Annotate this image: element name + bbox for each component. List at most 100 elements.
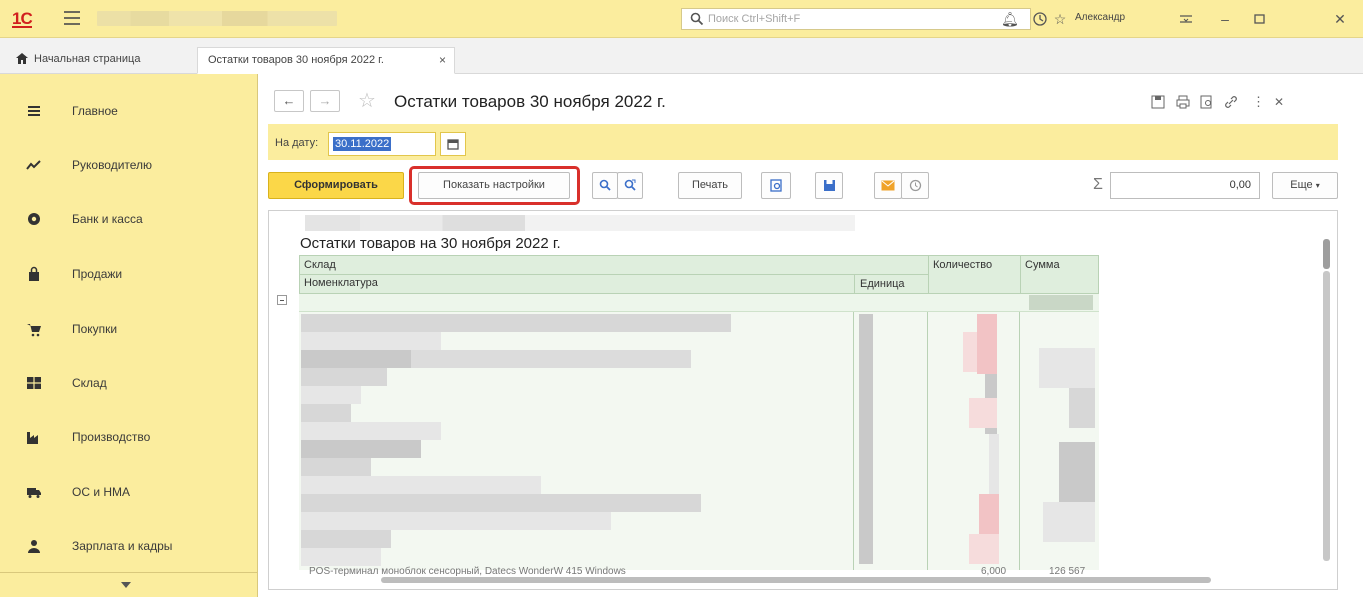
sidebar-item-manager[interactable]: Руководителю — [0, 145, 258, 185]
sum-field[interactable]: 0,00 — [1110, 172, 1260, 199]
page-title: Остатки товаров 30 ноября 2022 г. — [394, 92, 666, 111]
more-button[interactable]: Еще ▾ — [1272, 172, 1338, 199]
date-value[interactable]: 30.11.2022 — [333, 137, 392, 151]
sidebar-item-warehouse[interactable]: Склад — [0, 363, 258, 403]
favorites-star-icon[interactable]: ☆ — [1052, 11, 1068, 27]
col-sum: Сумма — [1025, 259, 1060, 271]
envelope-icon — [881, 180, 895, 191]
bag-icon — [29, 266, 39, 281]
tab-bar: Начальная страница Остатки товаров 30 но… — [0, 38, 1363, 74]
bell-icon[interactable]: 🔔︎ — [1001, 11, 1019, 27]
report-header: Склад Номенклатура Единица Количество Су… — [299, 255, 1099, 295]
search-next-icon — [624, 179, 636, 191]
home-icon — [16, 53, 28, 64]
group-row — [299, 294, 1099, 312]
col-warehouse: Склад — [304, 259, 336, 271]
settings-lines-icon[interactable] — [1178, 11, 1194, 27]
horizontal-scrollbar[interactable] — [281, 575, 1321, 585]
search-icon — [599, 179, 611, 191]
chevron-down-icon: ▾ — [1315, 181, 1320, 190]
preview-button[interactable] — [761, 172, 791, 199]
truck-icon — [27, 488, 41, 498]
tab-stock-report-label: Остатки товаров 30 ноября 2022 г. — [208, 54, 384, 66]
app-logo[interactable]: 1С — [12, 9, 33, 29]
favorite-star-icon[interactable]: ☆ — [358, 88, 376, 113]
vertical-scrollbar[interactable] — [1323, 231, 1331, 561]
sidebar-item-main[interactable]: Главное — [0, 91, 258, 131]
trend-icon — [26, 160, 41, 170]
command-bar: Сформировать Показать настройки Печать Σ… — [268, 166, 1343, 205]
blurred-org-name — [305, 215, 855, 231]
coin-icon — [28, 213, 40, 225]
maximize-icon[interactable] — [1252, 11, 1268, 27]
search-input[interactable]: Поиск Ctrl+Shift+F — [681, 8, 1031, 30]
more-button-label: Еще — [1290, 179, 1313, 191]
report-spreadsheet[interactable]: Остатки товаров на 30 ноября 2022 г. Скл… — [268, 210, 1338, 590]
sidebar-scroll-down[interactable] — [0, 572, 258, 597]
main-menu-icon[interactable] — [64, 11, 80, 25]
minimize-icon[interactable]: – — [1217, 11, 1233, 27]
sidebar-item-label: Склад — [72, 376, 107, 390]
sidebar-item-label: Банк и касса — [72, 212, 143, 226]
sidebar-item-purchases[interactable]: Покупки — [0, 309, 258, 349]
sidebar-item-bank[interactable]: Банк и касса — [0, 199, 258, 239]
date-field[interactable]: 30.11.2022 — [328, 132, 436, 156]
tab-home[interactable]: Начальная страница — [6, 47, 150, 74]
horizontal-scroll-thumb[interactable] — [381, 577, 1211, 583]
preview-icon — [769, 179, 782, 192]
generate-button[interactable]: Сформировать — [268, 172, 404, 199]
link-icon[interactable] — [1224, 95, 1238, 109]
find-next-button[interactable] — [617, 172, 643, 199]
tab-close-icon[interactable]: × — [439, 53, 446, 67]
chevron-down-icon — [121, 582, 131, 588]
save-button[interactable] — [815, 172, 843, 199]
tab-stock-report[interactable]: Остатки товаров 30 ноября 2022 г. × — [197, 47, 455, 74]
calendar-button[interactable] — [440, 132, 466, 156]
blurred-app-title — [97, 11, 337, 26]
clock-icon — [909, 179, 921, 192]
back-button[interactable]: ← — [274, 90, 304, 112]
vertical-scroll-rail — [1323, 271, 1330, 561]
col-item: Номенклатура — [304, 277, 378, 289]
find-button[interactable] — [592, 172, 618, 199]
group-collapse-toggle[interactable] — [277, 295, 287, 305]
sidebar-item-sales[interactable]: Продажи — [0, 254, 258, 294]
title-bar: 1С Поиск Ctrl+Shift+F 🔔︎ ☆ Александр – ✕ — [0, 0, 1363, 38]
schedule-button[interactable] — [901, 172, 929, 199]
sidebar-item-label: ОС и НМА — [72, 485, 131, 499]
warehouse-icon — [27, 377, 41, 389]
cart-icon — [27, 324, 41, 337]
search-placeholder: Поиск Ctrl+Shift+F — [708, 13, 801, 25]
more-vertical-icon[interactable]: ⋮ — [1252, 95, 1266, 109]
calendar-icon — [447, 139, 459, 150]
close-icon[interactable]: ✕ — [1332, 11, 1348, 27]
preview-icon[interactable] — [1200, 95, 1214, 109]
forward-button[interactable]: → — [310, 90, 340, 112]
print-icon[interactable] — [1176, 95, 1190, 109]
sidebar-item-payroll[interactable]: Зарплата и кадры — [0, 526, 258, 566]
date-parameter-bar: На дату: 30.11.2022 — [268, 124, 1338, 160]
factory-icon — [27, 432, 38, 444]
col-unit: Единица — [860, 278, 905, 290]
sigma-icon: Σ — [1093, 176, 1103, 193]
history-icon[interactable] — [1032, 11, 1048, 27]
print-button[interactable]: Печать — [678, 172, 742, 199]
date-label: На дату: — [275, 137, 319, 149]
report-body-pixelated — [299, 312, 1099, 570]
send-email-button[interactable] — [874, 172, 902, 199]
sidebar-item-label: Производство — [72, 430, 151, 444]
sidebar-item-label: Руководителю — [72, 158, 153, 172]
search-icon — [690, 12, 704, 26]
report-title: Остатки товаров на 30 ноября 2022 г. — [300, 235, 561, 252]
person-icon — [28, 540, 40, 553]
form-close-icon[interactable]: ✕ — [1274, 95, 1288, 109]
save-icon[interactable] — [1151, 95, 1165, 109]
vertical-scroll-thumb[interactable] — [1323, 239, 1330, 269]
user-name[interactable]: Александр — [1075, 12, 1125, 23]
sidebar-item-assets[interactable]: ОС и НМА — [0, 472, 258, 512]
col-quantity: Количество — [933, 259, 993, 271]
sidebar-item-label: Зарплата и кадры — [72, 539, 173, 553]
sidebar: Главное Руководителю Банк и касса Продаж… — [0, 74, 258, 597]
highlight-frame — [409, 166, 580, 205]
sidebar-item-production[interactable]: Производство — [0, 417, 258, 457]
